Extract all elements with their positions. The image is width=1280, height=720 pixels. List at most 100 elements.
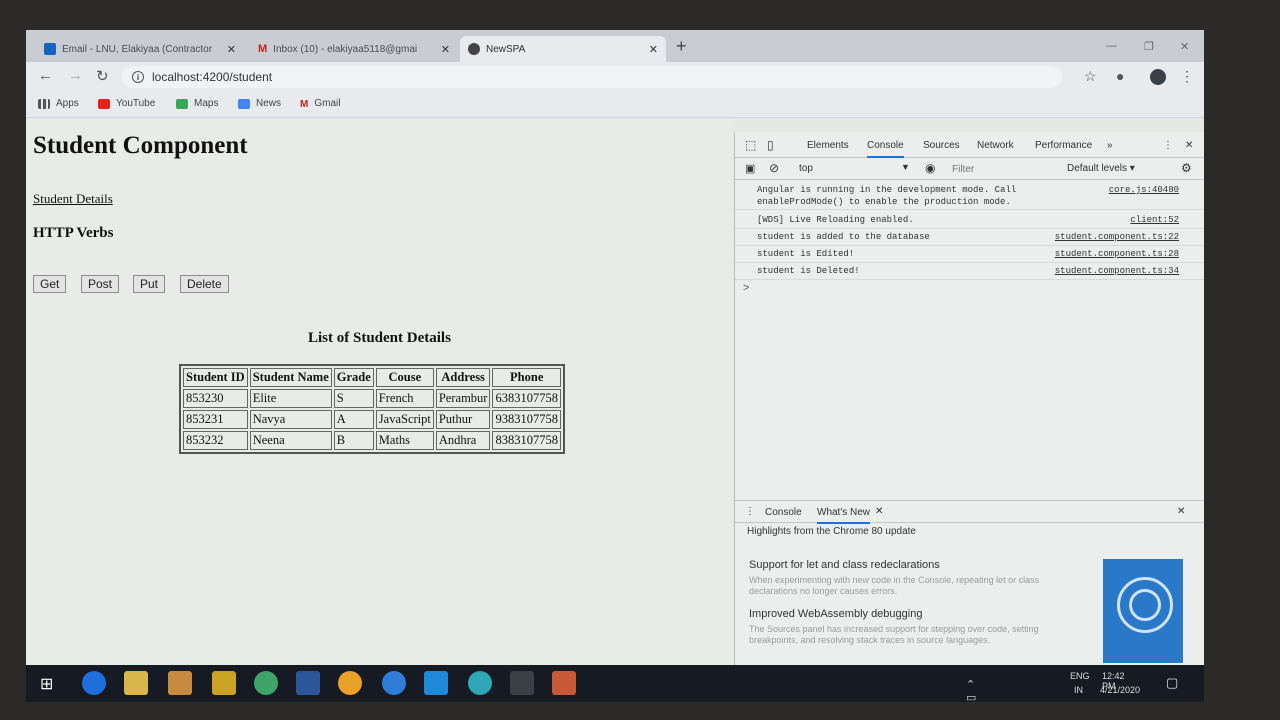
menu-icon[interactable]: ⋮: [1180, 68, 1194, 85]
table-row: 853232 Neena B Maths Andhra 8383107758: [183, 431, 561, 450]
table-cell: 853232: [183, 431, 248, 450]
log-message: student is added to the database: [757, 232, 930, 242]
console-log-line: student is Edited! student.component.ts:…: [735, 246, 1204, 263]
bookmark-label: Apps: [56, 98, 79, 109]
maps-icon: [176, 98, 188, 109]
new-tab-button[interactable]: +: [676, 36, 687, 57]
chrome-icon[interactable]: [338, 671, 362, 695]
log-source-link[interactable]: core.js:40480: [1109, 184, 1179, 196]
column-header: Phone: [492, 368, 561, 387]
console-log-line: student is added to the database student…: [735, 229, 1204, 246]
lang-label[interactable]: ENG: [1070, 671, 1090, 681]
vscode-icon[interactable]: [424, 671, 448, 695]
put-button[interactable]: Put: [133, 275, 166, 293]
news-icon: [238, 98, 250, 109]
devtools-menu-icon[interactable]: ⋮: [1163, 140, 1173, 151]
list-title: List of Student Details: [308, 330, 451, 346]
app-icon[interactable]: [552, 671, 576, 695]
table-cell: 853230: [183, 389, 248, 408]
word-icon[interactable]: [296, 671, 320, 695]
minimize-icon[interactable]: —: [1106, 40, 1117, 52]
restore-icon[interactable]: ❐: [1144, 40, 1154, 53]
star-icon[interactable]: ☆: [1084, 68, 1097, 85]
table-cell: Elite: [249, 389, 332, 408]
device-toolbar-icon[interactable]: ▯: [767, 138, 774, 152]
more-tabs-icon[interactable]: »: [1107, 140, 1113, 151]
app-icon[interactable]: [168, 671, 192, 695]
drawer-tab-whats-new[interactable]: What's New: [817, 507, 871, 524]
whats-new-item-title[interactable]: Support for let and class redeclarations: [749, 559, 940, 571]
bookmark-gmail[interactable]: M Gmail: [300, 98, 340, 110]
region-label[interactable]: IN: [1074, 685, 1083, 695]
tab-sources[interactable]: Sources: [923, 140, 960, 151]
terminal-icon[interactable]: [510, 671, 534, 695]
tray-icons[interactable]: ⌃ ▭ ◢ ◁: [966, 678, 976, 702]
student-details-link[interactable]: Student Details: [33, 191, 113, 207]
forward-icon[interactable]: →: [68, 67, 83, 84]
tab-console[interactable]: Console: [867, 140, 904, 158]
file-explorer-icon[interactable]: [124, 671, 148, 695]
devtools-close-icon[interactable]: ✕: [1185, 140, 1193, 151]
chevron-down-icon[interactable]: ▼: [901, 162, 910, 172]
console-filter-bar: ▣ ⊘ top ▼ ◉ Default levels ▾ ⚙: [735, 158, 1204, 180]
screen: Email - LNU, Elakiyaa (Contractor ✕ M In…: [26, 30, 1204, 702]
address-bar[interactable]: i localhost:4200/student: [122, 66, 1062, 88]
filter-input[interactable]: [952, 161, 1060, 177]
close-icon[interactable]: ✕: [875, 506, 883, 517]
ring-shape: [1129, 589, 1161, 621]
back-icon[interactable]: ←: [38, 67, 53, 84]
sidebar-toggle-icon[interactable]: ▣: [745, 162, 755, 175]
close-icon[interactable]: ✕: [649, 43, 658, 56]
clear-console-icon[interactable]: ⊘: [769, 161, 779, 175]
whats-new-item-title[interactable]: Improved WebAssembly debugging: [749, 608, 922, 620]
log-source-link[interactable]: student.component.ts:28: [1055, 248, 1179, 260]
notifications-icon[interactable]: ▢: [1166, 675, 1178, 691]
table-cell: 9383107758: [492, 410, 561, 429]
context-select[interactable]: top: [799, 163, 813, 174]
tab-performance[interactable]: Performance: [1035, 140, 1092, 151]
drawer-tab-console[interactable]: Console: [765, 507, 802, 518]
inspect-icon[interactable]: ⬚: [745, 138, 756, 152]
close-icon[interactable]: ✕: [227, 43, 236, 56]
app-icon[interactable]: [382, 671, 406, 695]
tab-email[interactable]: Email - LNU, Elakiyaa (Contractor ✕: [36, 36, 244, 62]
delete-button[interactable]: Delete: [180, 275, 229, 293]
clock-date[interactable]: 4/21/2020: [1100, 685, 1140, 695]
window-close-icon[interactable]: ✕: [1180, 40, 1189, 53]
app-icon[interactable]: [212, 671, 236, 695]
bookmarks-bar: Apps YouTube Maps News M Gmail: [26, 92, 1204, 118]
console-prompt[interactable]: >: [743, 282, 749, 294]
whats-new-item-desc: When experimenting with new code in the …: [749, 575, 1040, 596]
bookmark-apps[interactable]: Apps: [38, 98, 79, 109]
settings-gear-icon[interactable]: ⚙: [1181, 161, 1192, 175]
bookmark-youtube[interactable]: YouTube: [98, 98, 155, 109]
reload-icon[interactable]: ↻: [96, 67, 109, 85]
bookmark-news[interactable]: News: [238, 98, 281, 109]
tab-network[interactable]: Network: [977, 140, 1014, 151]
close-icon[interactable]: ✕: [441, 43, 450, 56]
log-source-link[interactable]: client:52: [1130, 214, 1179, 226]
info-icon[interactable]: i: [132, 71, 144, 83]
drawer-close-icon[interactable]: ✕: [1177, 506, 1185, 517]
tab-elements[interactable]: Elements: [807, 140, 849, 151]
bookmark-maps[interactable]: Maps: [176, 98, 218, 109]
verbs-heading: HTTP Verbs: [33, 225, 114, 241]
log-source-link[interactable]: student.component.ts:22: [1055, 231, 1179, 243]
edge-icon[interactable]: [82, 671, 106, 695]
post-button[interactable]: Post: [81, 275, 120, 293]
table-cell: 8383107758: [492, 431, 561, 450]
log-message: [WDS] Live Reloading enabled.: [757, 215, 914, 225]
app-icon[interactable]: [468, 671, 492, 695]
tab-inbox[interactable]: M Inbox (10) - elakiyaa5118@gmai ✕: [250, 36, 458, 62]
page-title: Student Component: [33, 132, 248, 159]
log-source-link[interactable]: student.component.ts:34: [1055, 265, 1179, 277]
log-levels-dropdown[interactable]: Default levels ▾: [1067, 163, 1135, 174]
get-button[interactable]: Get: [33, 275, 67, 293]
drawer-menu-icon[interactable]: ⋮: [745, 506, 755, 517]
tab-newspa[interactable]: NewSPA ✕: [460, 36, 666, 62]
avatar[interactable]: [1150, 69, 1166, 85]
extension-icon[interactable]: ●: [1116, 68, 1124, 84]
windows-start-icon[interactable]: ⊞: [40, 674, 53, 694]
app-icon[interactable]: [254, 671, 278, 695]
eye-icon[interactable]: ◉: [925, 161, 935, 175]
